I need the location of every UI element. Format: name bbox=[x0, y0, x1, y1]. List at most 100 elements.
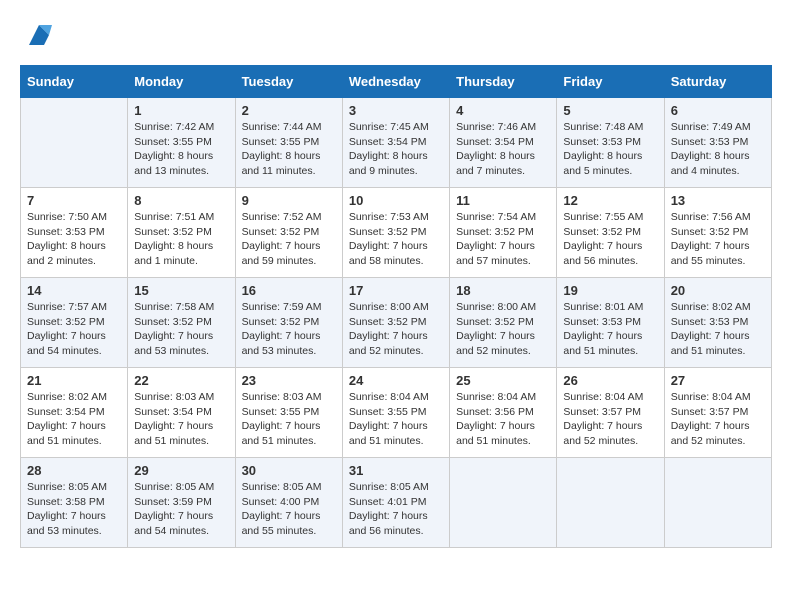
day-number: 19 bbox=[563, 283, 657, 298]
calendar-cell: 10Sunrise: 7:53 AM Sunset: 3:52 PM Dayli… bbox=[342, 188, 449, 278]
day-info: Sunrise: 7:45 AM Sunset: 3:54 PM Dayligh… bbox=[349, 120, 443, 179]
day-info: Sunrise: 8:00 AM Sunset: 3:52 PM Dayligh… bbox=[456, 300, 550, 359]
day-number: 31 bbox=[349, 463, 443, 478]
day-number: 14 bbox=[27, 283, 121, 298]
day-number: 21 bbox=[27, 373, 121, 388]
calendar-cell: 14 Sunrise: 7:57 AM Sunset: 3:52 PM Dayli… bbox=[21, 278, 128, 368]
calendar-cell: 24 Sunrise: 8:04 AM Sunset: 3:55 PM Dayli… bbox=[342, 368, 449, 458]
calendar-cell: 20Sunrise: 8:02 AM Sunset: 3:53 PM Dayli… bbox=[664, 278, 771, 368]
day-info: Sunrise: 8:05 AM Sunset: 4:01 PM Dayligh… bbox=[349, 480, 443, 539]
calendar-cell: 28Sunrise: 8:05 AM Sunset: 3:58 PM Dayli… bbox=[21, 458, 128, 548]
calendar-cell: 1 Sunrise: 7:42 AM Sunset: 3:55 PM Daylig… bbox=[128, 98, 235, 188]
day-info: Sunrise: 7:59 AM Sunset: 3:52 PM Dayligh… bbox=[242, 300, 336, 359]
calendar-cell: 26 Sunrise: 8:04 AM Sunset: 3:57 PM Dayli… bbox=[557, 368, 664, 458]
day-info: Sunrise: 8:04 AM Sunset: 3:57 PM Dayligh… bbox=[563, 390, 657, 449]
day-number: 11 bbox=[456, 193, 550, 208]
day-number: 25 bbox=[456, 373, 550, 388]
calendar-cell: 17 Sunrise: 8:00 AM Sunset: 3:52 PM Dayli… bbox=[342, 278, 449, 368]
calendar-cell: 23Sunrise: 8:03 AM Sunset: 3:55 PM Dayli… bbox=[235, 368, 342, 458]
calendar-cell bbox=[21, 98, 128, 188]
day-number: 12 bbox=[563, 193, 657, 208]
day-info: Sunrise: 7:50 AM Sunset: 3:53 PM Dayligh… bbox=[27, 210, 121, 269]
day-number: 7 bbox=[27, 193, 121, 208]
weekday-header-sunday: Sunday bbox=[21, 66, 128, 98]
day-info: Sunrise: 7:42 AM Sunset: 3:55 PM Dayligh… bbox=[134, 120, 228, 179]
calendar-cell: 16 Sunrise: 7:59 AM Sunset: 3:52 PM Dayli… bbox=[235, 278, 342, 368]
calendar-cell: 15 Sunrise: 7:58 AM Sunset: 3:52 PM Dayli… bbox=[128, 278, 235, 368]
weekday-header-thursday: Thursday bbox=[450, 66, 557, 98]
calendar-cell: 18Sunrise: 8:00 AM Sunset: 3:52 PM Dayli… bbox=[450, 278, 557, 368]
calendar-cell: 25 Sunrise: 8:04 AM Sunset: 3:56 PM Dayli… bbox=[450, 368, 557, 458]
calendar-cell: 30 Sunrise: 8:05 AM Sunset: 4:00 PM Dayli… bbox=[235, 458, 342, 548]
calendar-cell: 9 Sunrise: 7:52 AM Sunset: 3:52 PM Daylig… bbox=[235, 188, 342, 278]
calendar-cell: 31 Sunrise: 8:05 AM Sunset: 4:01 PM Dayli… bbox=[342, 458, 449, 548]
calendar-cell: 11 Sunrise: 7:54 AM Sunset: 3:52 PM Dayli… bbox=[450, 188, 557, 278]
day-number: 16 bbox=[242, 283, 336, 298]
day-number: 26 bbox=[563, 373, 657, 388]
calendar-week-row: 28Sunrise: 8:05 AM Sunset: 3:58 PM Dayli… bbox=[21, 458, 772, 548]
day-number: 5 bbox=[563, 103, 657, 118]
day-info: Sunrise: 7:54 AM Sunset: 3:52 PM Dayligh… bbox=[456, 210, 550, 269]
day-number: 3 bbox=[349, 103, 443, 118]
day-info: Sunrise: 8:01 AM Sunset: 3:53 PM Dayligh… bbox=[563, 300, 657, 359]
day-info: Sunrise: 8:05 AM Sunset: 4:00 PM Dayligh… bbox=[242, 480, 336, 539]
day-number: 15 bbox=[134, 283, 228, 298]
calendar-cell: 19 Sunrise: 8:01 AM Sunset: 3:53 PM Dayli… bbox=[557, 278, 664, 368]
calendar-week-row: 1 Sunrise: 7:42 AM Sunset: 3:55 PM Daylig… bbox=[21, 98, 772, 188]
calendar-cell bbox=[557, 458, 664, 548]
day-number: 13 bbox=[671, 193, 765, 208]
day-info: Sunrise: 7:57 AM Sunset: 3:52 PM Dayligh… bbox=[27, 300, 121, 359]
calendar-cell: 21 Sunrise: 8:02 AM Sunset: 3:54 PM Dayli… bbox=[21, 368, 128, 458]
calendar-cell: 7 Sunrise: 7:50 AM Sunset: 3:53 PM Daylig… bbox=[21, 188, 128, 278]
logo-icon bbox=[24, 20, 54, 50]
day-number: 29 bbox=[134, 463, 228, 478]
weekday-header-tuesday: Tuesday bbox=[235, 66, 342, 98]
calendar-week-row: 21 Sunrise: 8:02 AM Sunset: 3:54 PM Dayli… bbox=[21, 368, 772, 458]
day-info: Sunrise: 7:49 AM Sunset: 3:53 PM Dayligh… bbox=[671, 120, 765, 179]
weekday-header-friday: Friday bbox=[557, 66, 664, 98]
header bbox=[20, 20, 772, 55]
day-number: 23 bbox=[242, 373, 336, 388]
day-info: Sunrise: 8:02 AM Sunset: 3:53 PM Dayligh… bbox=[671, 300, 765, 359]
weekday-header-monday: Monday bbox=[128, 66, 235, 98]
calendar-cell: 6 Sunrise: 7:49 AM Sunset: 3:53 PM Daylig… bbox=[664, 98, 771, 188]
day-number: 6 bbox=[671, 103, 765, 118]
day-info: Sunrise: 8:02 AM Sunset: 3:54 PM Dayligh… bbox=[27, 390, 121, 449]
day-info: Sunrise: 8:04 AM Sunset: 3:56 PM Dayligh… bbox=[456, 390, 550, 449]
day-info: Sunrise: 8:03 AM Sunset: 3:54 PM Dayligh… bbox=[134, 390, 228, 449]
calendar-cell: 22 Sunrise: 8:03 AM Sunset: 3:54 PM Dayli… bbox=[128, 368, 235, 458]
calendar-cell: 2 Sunrise: 7:44 AM Sunset: 3:55 PM Daylig… bbox=[235, 98, 342, 188]
calendar-cell: 4Sunrise: 7:46 AM Sunset: 3:54 PM Daylig… bbox=[450, 98, 557, 188]
calendar-cell bbox=[664, 458, 771, 548]
day-number: 9 bbox=[242, 193, 336, 208]
day-info: Sunrise: 7:52 AM Sunset: 3:52 PM Dayligh… bbox=[242, 210, 336, 269]
day-info: Sunrise: 7:55 AM Sunset: 3:52 PM Dayligh… bbox=[563, 210, 657, 269]
day-info: Sunrise: 7:48 AM Sunset: 3:53 PM Dayligh… bbox=[563, 120, 657, 179]
day-number: 27 bbox=[671, 373, 765, 388]
day-info: Sunrise: 8:05 AM Sunset: 3:59 PM Dayligh… bbox=[134, 480, 228, 539]
day-info: Sunrise: 7:58 AM Sunset: 3:52 PM Dayligh… bbox=[134, 300, 228, 359]
day-number: 2 bbox=[242, 103, 336, 118]
day-info: Sunrise: 7:44 AM Sunset: 3:55 PM Dayligh… bbox=[242, 120, 336, 179]
calendar-cell: 13 Sunrise: 7:56 AM Sunset: 3:52 PM Dayli… bbox=[664, 188, 771, 278]
day-number: 17 bbox=[349, 283, 443, 298]
day-number: 30 bbox=[242, 463, 336, 478]
calendar-cell: 27 Sunrise: 8:04 AM Sunset: 3:57 PM Dayli… bbox=[664, 368, 771, 458]
calendar-table: SundayMondayTuesdayWednesdayThursdayFrid… bbox=[20, 65, 772, 548]
day-info: Sunrise: 7:56 AM Sunset: 3:52 PM Dayligh… bbox=[671, 210, 765, 269]
day-number: 1 bbox=[134, 103, 228, 118]
day-number: 24 bbox=[349, 373, 443, 388]
calendar-week-row: 7 Sunrise: 7:50 AM Sunset: 3:53 PM Daylig… bbox=[21, 188, 772, 278]
day-number: 28 bbox=[27, 463, 121, 478]
day-info: Sunrise: 7:51 AM Sunset: 3:52 PM Dayligh… bbox=[134, 210, 228, 269]
calendar-body: 1 Sunrise: 7:42 AM Sunset: 3:55 PM Daylig… bbox=[21, 98, 772, 548]
weekday-header-row: SundayMondayTuesdayWednesdayThursdayFrid… bbox=[21, 66, 772, 98]
weekday-header-wednesday: Wednesday bbox=[342, 66, 449, 98]
day-info: Sunrise: 8:00 AM Sunset: 3:52 PM Dayligh… bbox=[349, 300, 443, 359]
logo bbox=[20, 20, 54, 55]
day-number: 22 bbox=[134, 373, 228, 388]
day-info: Sunrise: 8:04 AM Sunset: 3:57 PM Dayligh… bbox=[671, 390, 765, 449]
calendar-cell bbox=[450, 458, 557, 548]
day-info: Sunrise: 8:04 AM Sunset: 3:55 PM Dayligh… bbox=[349, 390, 443, 449]
day-number: 10 bbox=[349, 193, 443, 208]
